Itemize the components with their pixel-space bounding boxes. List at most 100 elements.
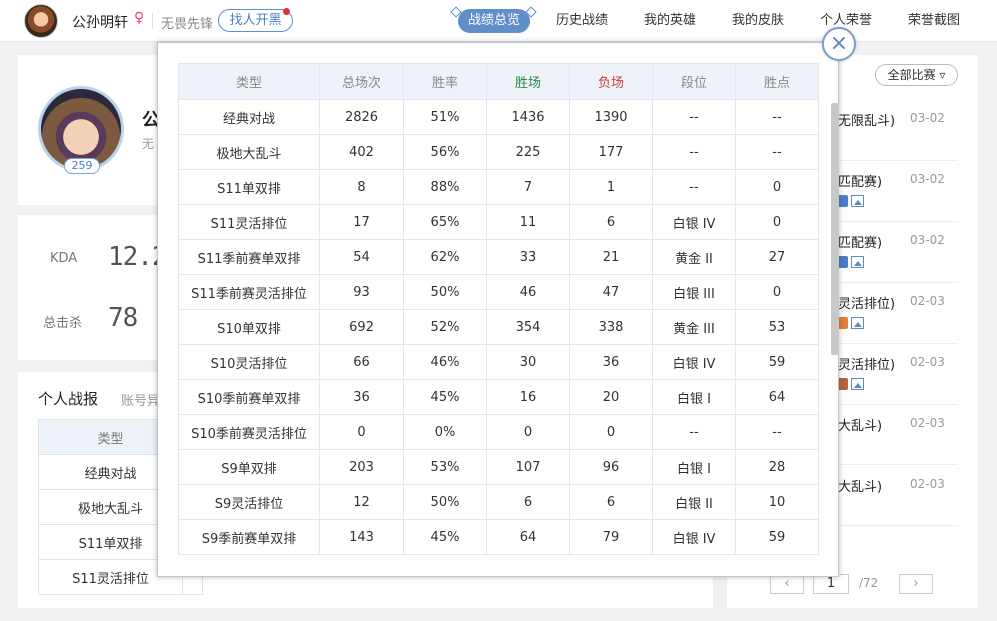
- tab-history[interactable]: 历史战绩: [556, 9, 608, 33]
- table-cell: 白银 I: [652, 379, 736, 415]
- prev-page-button[interactable]: ‹: [770, 574, 804, 594]
- user-name: 公孙明轩: [72, 15, 128, 31]
- match-date: 02-03: [910, 477, 945, 491]
- table-cell: 6: [569, 484, 653, 520]
- table-row: 经典对战 2826 51% 1436 1390 -- --: [178, 99, 819, 135]
- table-cell: 53: [735, 309, 819, 345]
- match-mode[interactable]: 无限乱斗): [838, 110, 895, 129]
- table-cell: 1390: [569, 99, 653, 135]
- user-title: 无畏先锋: [161, 17, 214, 32]
- tab-honor-screenshots[interactable]: 荣誉截图: [908, 9, 960, 33]
- table-cell: 338: [569, 309, 653, 345]
- table-cell: 225: [486, 134, 570, 170]
- overview-table: 类型 总场次 胜率 胜场 负场 段位 胜点 经典对战 2826 51% 1436 139…: [178, 63, 819, 555]
- table-cell: 28: [735, 449, 819, 485]
- table-cell: 白银 III: [652, 274, 736, 310]
- screenshot-icon[interactable]: [851, 195, 864, 207]
- table-cell: 65%: [403, 204, 487, 240]
- table-cell: 0: [735, 169, 819, 205]
- section-title: 个人战报: [38, 390, 99, 408]
- table-cell: 46%: [403, 344, 487, 380]
- table-cell: --: [652, 134, 736, 170]
- table-cell: 经典对战: [178, 99, 320, 135]
- avatar[interactable]: [24, 4, 58, 38]
- table-row: S10季前赛单双排 36 45% 16 20 白银 I 64: [178, 379, 819, 415]
- header-total: 总场次: [319, 63, 404, 100]
- table-cell: 143: [319, 519, 404, 555]
- divider: [838, 404, 958, 405]
- header-lp: 胜点: [735, 63, 819, 100]
- match-mode[interactable]: 灵活排位): [838, 293, 895, 312]
- divider: [838, 221, 958, 222]
- table-cell: 0%: [403, 414, 487, 450]
- match-mode[interactable]: 大乱斗): [838, 415, 882, 434]
- match-date: 02-03: [910, 416, 945, 430]
- table-cell: S9季前赛单双排: [178, 519, 320, 555]
- table-cell: 64: [486, 519, 570, 555]
- screenshot-icon[interactable]: [851, 256, 864, 268]
- table-cell: 2826: [319, 99, 404, 135]
- table-cell: 62%: [403, 239, 487, 275]
- table-cell: 45%: [403, 379, 487, 415]
- close-button[interactable]: ×: [822, 27, 856, 61]
- tab-heroes[interactable]: 我的英雄: [644, 9, 696, 33]
- table-cell: 692: [319, 309, 404, 345]
- table-row: S9季前赛单双排 143 45% 64 79 白银 IV 59: [178, 519, 819, 555]
- female-icon: ♀: [134, 10, 145, 26]
- find-teammates-button[interactable]: 找人开黑: [218, 8, 293, 32]
- table-cell: 52%: [403, 309, 487, 345]
- next-page-button[interactable]: ›: [899, 574, 933, 594]
- level-badge: 259: [64, 158, 100, 174]
- tab-skins[interactable]: 我的皮肤: [732, 9, 784, 33]
- table-cell: 0: [735, 204, 819, 240]
- kda-label: KDA: [50, 251, 78, 266]
- page-number-input[interactable]: 1: [813, 574, 849, 594]
- match-date: 02-03: [910, 355, 945, 369]
- tab-overview[interactable]: 战绩总览: [458, 9, 530, 33]
- table-cell: 79: [569, 519, 653, 555]
- table-cell: S11灵活排位: [178, 204, 320, 240]
- match-mode[interactable]: 匹配赛): [838, 171, 882, 190]
- table-cell: 6: [569, 204, 653, 240]
- table-row: S11季前赛灵活排位 93 50% 46 47 白银 III 0: [178, 274, 819, 310]
- table-cell: 白银 I: [652, 449, 736, 485]
- table-cell: 45%: [403, 519, 487, 555]
- table-cell: 黄金 II: [652, 239, 736, 275]
- table-cell: --: [652, 414, 736, 450]
- screenshot-icon[interactable]: [851, 317, 864, 329]
- divider: [838, 464, 958, 465]
- table-cell: 36: [569, 344, 653, 380]
- table-cell: 50%: [403, 274, 487, 310]
- table-cell: 30: [486, 344, 570, 380]
- table-cell: 20: [569, 379, 653, 415]
- table-row: 极地大乱斗 402 56% 225 177 -- --: [178, 134, 819, 170]
- section-sub: 账号异: [121, 394, 161, 409]
- table-cell: 33: [486, 239, 570, 275]
- match-filter-dropdown[interactable]: 全部比赛 ▿: [875, 64, 958, 86]
- table-cell: 54: [319, 239, 404, 275]
- table-cell: 10: [735, 484, 819, 520]
- profile-sub: 无: [142, 137, 155, 151]
- table-cell: 203: [319, 449, 404, 485]
- table-cell: 6: [486, 484, 570, 520]
- table-cell: S10灵活排位: [178, 344, 320, 380]
- scrollbar[interactable]: [831, 103, 839, 355]
- match-mode[interactable]: 匹配赛): [838, 232, 882, 251]
- table-cell: 66: [319, 344, 404, 380]
- table-row: S10单双排 692 52% 354 338 黄金 III 53: [178, 309, 819, 345]
- kills-value: 78: [108, 303, 138, 333]
- match-date: 02-03: [910, 294, 945, 308]
- match-mode[interactable]: 灵活排位): [838, 354, 895, 373]
- table-cell: 177: [569, 134, 653, 170]
- table-cell: 96: [569, 449, 653, 485]
- divider: [152, 13, 153, 29]
- screenshot-icon[interactable]: [851, 378, 864, 390]
- table-cell: S9单双排: [178, 449, 320, 485]
- table-cell: S10季前赛单双排: [178, 379, 320, 415]
- header-winrate: 胜率: [403, 63, 487, 100]
- divider: [838, 282, 958, 283]
- table-cell: S11单双排: [178, 169, 320, 205]
- table-cell: 51%: [403, 99, 487, 135]
- match-date: 03-02: [910, 111, 945, 125]
- match-mode[interactable]: 大乱斗): [838, 476, 882, 495]
